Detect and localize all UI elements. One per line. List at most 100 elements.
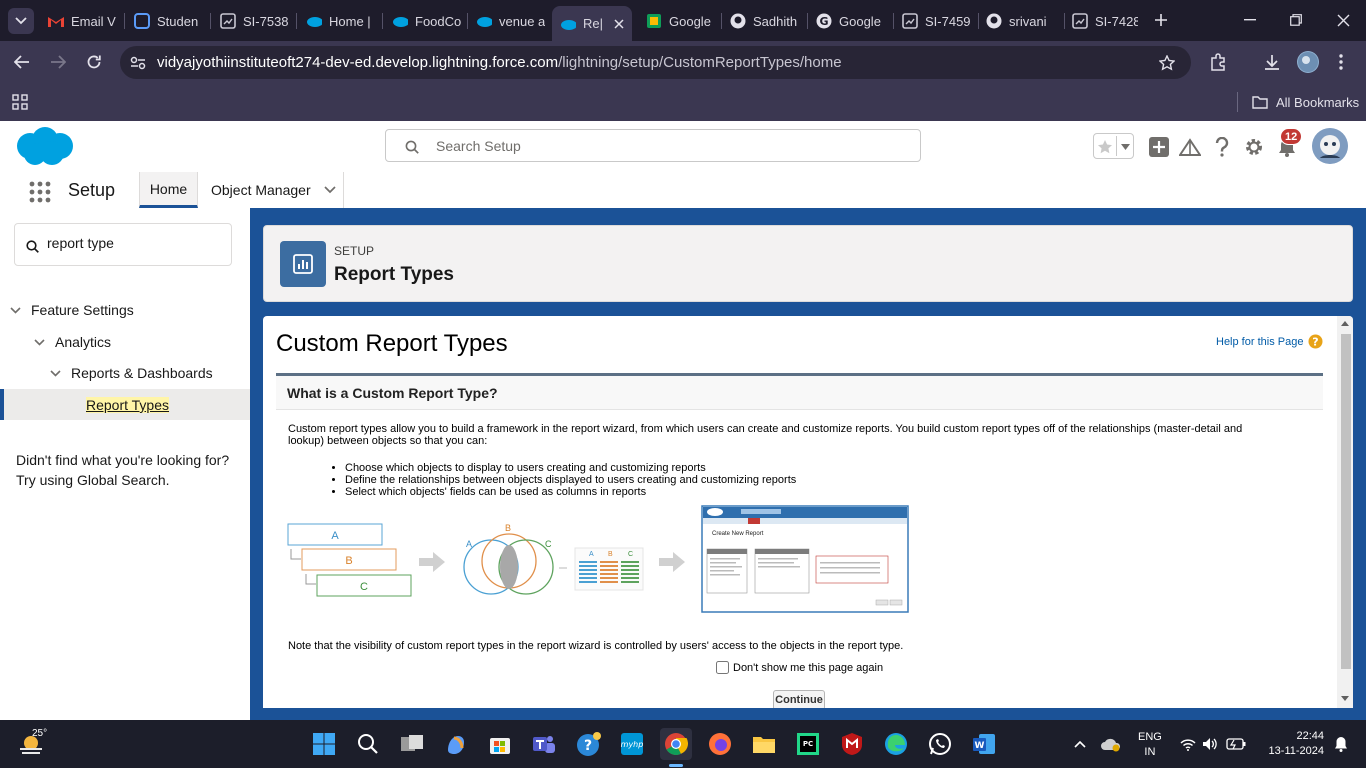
browser-tab-google[interactable]: G Google xyxy=(816,8,888,34)
browser-tab-google-docs[interactable]: Google xyxy=(646,8,716,34)
browser-tab-venue[interactable]: venue a xyxy=(476,8,546,34)
tree-item-feature-settings[interactable]: Feature Settings xyxy=(9,300,134,320)
minimize-window-icon[interactable] xyxy=(1240,10,1260,30)
teams-icon[interactable] xyxy=(528,728,560,760)
salesforce-logo[interactable] xyxy=(15,126,75,168)
help-question-icon[interactable]: ? xyxy=(1308,334,1323,349)
volume-icon[interactable] xyxy=(1202,736,1218,752)
browser-tab-si-7428[interactable]: SI-7428 xyxy=(1072,8,1138,34)
system-clock[interactable]: 22:44 13-11-2024 xyxy=(1258,729,1324,759)
weather-widget[interactable]: 25° xyxy=(18,728,47,756)
browser-tab-home[interactable]: Home | xyxy=(306,8,378,34)
windows-start-icon[interactable] xyxy=(308,728,340,760)
browser-tab-students[interactable]: Studen xyxy=(134,8,204,34)
help-icon[interactable] xyxy=(1211,135,1233,159)
browser-menu-icon[interactable] xyxy=(1331,52,1351,72)
chevron-down-icon[interactable] xyxy=(323,183,337,197)
students-icon xyxy=(134,13,150,29)
microsoft-store-icon[interactable] xyxy=(484,728,516,760)
setup-gear-icon[interactable] xyxy=(1242,135,1266,159)
nav-tab-object-manager[interactable]: Object Manager xyxy=(198,172,344,208)
diagram-label-b: B xyxy=(345,555,352,567)
setup-search-input[interactable] xyxy=(436,130,906,161)
input-language[interactable]: ENG IN xyxy=(1138,730,1162,760)
reload-icon[interactable] xyxy=(84,52,104,72)
chevron-down-icon[interactable] xyxy=(49,367,61,379)
edge-icon[interactable] xyxy=(880,728,912,760)
whatsapp-icon[interactable] xyxy=(924,728,956,760)
favorites-dropdown-icon[interactable] xyxy=(1118,140,1132,154)
tree-item-analytics[interactable]: Analytics xyxy=(33,332,111,352)
extensions-icon[interactable] xyxy=(1208,52,1228,72)
restore-window-icon[interactable] xyxy=(1286,10,1306,30)
setup-navigation-bar: Setup Home Object Manager xyxy=(0,172,1366,209)
apps-grid-icon[interactable] xyxy=(10,92,30,112)
browser-tab-si-7459[interactable]: SI-7459 xyxy=(902,8,972,34)
favorites-button[interactable] xyxy=(1093,133,1134,159)
browser-tab-si-7538[interactable]: SI-7538 xyxy=(220,8,290,34)
tree-item-reports-dashboards[interactable]: Reports & Dashboards xyxy=(49,363,213,383)
browser-tab-github-sadhith[interactable]: Sadhith xyxy=(730,8,802,34)
user-avatar[interactable] xyxy=(1312,128,1348,164)
scroll-thumb[interactable] xyxy=(1341,334,1351,669)
trailhead-guidance-icon[interactable] xyxy=(1178,136,1202,158)
chevron-down-icon[interactable] xyxy=(9,304,21,316)
wifi-icon[interactable] xyxy=(1180,736,1196,752)
profile-avatar[interactable] xyxy=(1297,51,1319,73)
app-launcher-waffle-icon[interactable] xyxy=(28,180,52,204)
site-info-icon[interactable] xyxy=(129,54,147,72)
task-view-icon[interactable] xyxy=(396,728,428,760)
bookmark-star-icon[interactable] xyxy=(1158,54,1176,72)
dont-show-again-checkbox[interactable] xyxy=(716,661,729,674)
notification-center-bell-icon[interactable] xyxy=(1332,735,1350,753)
file-explorer-icon[interactable] xyxy=(748,728,780,760)
scroll-down-arrow-icon[interactable] xyxy=(1341,694,1349,702)
back-arrow-icon[interactable] xyxy=(12,52,32,72)
info-box: What is a Custom Report Type? Custom rep… xyxy=(276,373,1323,708)
forward-arrow-icon[interactable] xyxy=(48,52,68,72)
continue-button[interactable]: Continue xyxy=(773,690,825,708)
all-bookmarks-button[interactable]: All Bookmarks xyxy=(1252,92,1359,112)
onedrive-icon[interactable] xyxy=(1100,735,1122,753)
scroll-up-arrow-icon[interactable] xyxy=(1341,319,1349,327)
salesforce-cloud-icon xyxy=(306,13,322,29)
diagram-label-c: C xyxy=(360,581,368,593)
pycharm-icon[interactable]: PC xyxy=(792,728,824,760)
help-link[interactable]: Help for this Page xyxy=(1216,336,1303,348)
browser-tab-foodco[interactable]: FoodCo xyxy=(392,8,462,34)
show-hidden-icons-chevron-icon[interactable] xyxy=(1072,736,1088,752)
custom-report-types-content: Custom Report Types Help for this Page ?… xyxy=(263,316,1353,708)
close-window-icon[interactable] xyxy=(1333,10,1353,30)
word-icon[interactable]: W xyxy=(968,728,1000,760)
downloads-icon[interactable] xyxy=(1262,52,1282,72)
copilot-icon[interactable] xyxy=(440,728,472,760)
report-types-link[interactable]: Report Types xyxy=(86,397,170,413)
browser-tab-gmail[interactable]: Email V xyxy=(48,8,120,34)
browser-tab-github-srivani[interactable]: srivani xyxy=(986,8,1058,34)
tab-search-button[interactable] xyxy=(8,8,34,34)
firefox-icon[interactable] xyxy=(704,728,736,760)
nav-tab-home[interactable]: Home xyxy=(139,172,198,208)
setup-search-box[interactable] xyxy=(385,129,921,162)
battery-icon[interactable] xyxy=(1226,736,1246,752)
address-bar[interactable]: vidyajyothiinstituteoft274-dev-ed.develo… xyxy=(120,46,1191,79)
get-help-icon[interactable]: ? xyxy=(572,728,604,760)
tree-item-report-types-selected[interactable]: Report Types xyxy=(0,389,250,420)
browser-tab-report-types-active[interactable]: Re| xyxy=(552,6,632,41)
chevron-down-icon[interactable] xyxy=(33,336,45,348)
mcafee-icon[interactable] xyxy=(836,728,868,760)
chrome-taskbar-icon[interactable] xyxy=(660,728,692,760)
myhp-icon[interactable]: myhp xyxy=(616,728,648,760)
grid-label-b: B xyxy=(608,551,613,558)
quick-find-box[interactable] xyxy=(14,223,232,266)
help-for-page[interactable]: Help for this Page ? xyxy=(1216,334,1323,349)
taskbar-search-icon[interactable] xyxy=(352,728,384,760)
content-scrollbar[interactable] xyxy=(1337,316,1353,708)
close-tab-icon[interactable] xyxy=(614,18,624,29)
mini-screenshot-caption: Create New Report xyxy=(712,531,764,537)
new-tab-plus-icon[interactable] xyxy=(1151,10,1171,30)
dont-show-again-option[interactable]: Don't show me this page again xyxy=(716,661,883,674)
quick-find-input[interactable] xyxy=(47,235,217,251)
grid-label-a: A xyxy=(589,551,594,558)
global-actions-plus-icon[interactable] xyxy=(1148,136,1170,158)
